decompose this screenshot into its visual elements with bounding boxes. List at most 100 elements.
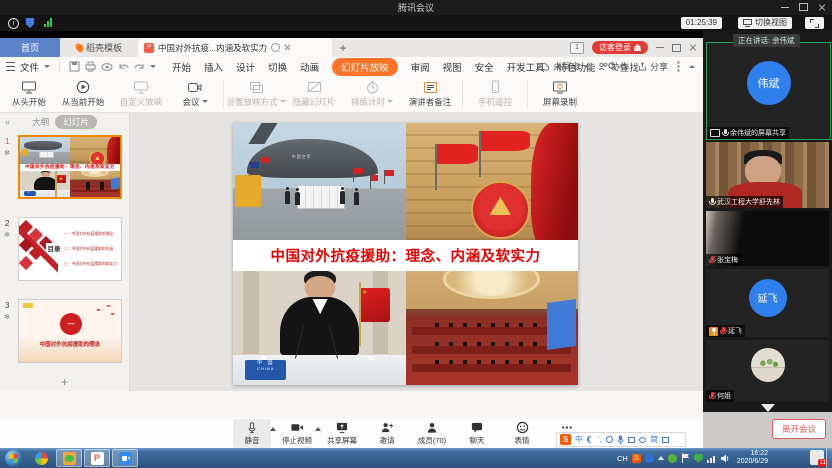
menu-security[interactable]: 安全 <box>475 60 494 74</box>
close-icon[interactable] <box>818 3 826 11</box>
minimize-icon[interactable] <box>781 7 789 8</box>
screen-record-button[interactable]: 屏幕录制 <box>531 81 589 108</box>
ime-toolbar[interactable]: S 中 ’, 简 <box>556 432 686 447</box>
rehearse-timing-button[interactable]: 排练计时 <box>343 81 401 108</box>
fullscreen-button[interactable] <box>805 17 824 29</box>
set-show-mode-button[interactable]: 设置放映方式 <box>227 81 285 108</box>
scroll-down-icon[interactable] <box>761 404 775 412</box>
video-options-icon[interactable] <box>315 427 321 431</box>
leave-meeting-button[interactable]: 离开会议 <box>772 419 826 439</box>
file-dropdown-icon[interactable] <box>44 65 50 68</box>
clipboard-icon[interactable] <box>639 437 646 443</box>
switch-view-button[interactable]: 切换视图 <box>738 17 792 29</box>
stop-video-button[interactable]: 停止视频 <box>278 419 316 448</box>
save-icon[interactable] <box>69 61 80 72</box>
taskbar-app-meeting[interactable] <box>112 449 138 467</box>
tab-home[interactable]: 首页 <box>0 38 60 57</box>
hide-slide-button[interactable]: 隐藏幻灯片 <box>285 81 343 108</box>
notification-tray-icon[interactable]: 11 <box>810 450 824 465</box>
settings-wheel-icon[interactable] <box>606 436 613 443</box>
moon-icon[interactable] <box>587 436 594 443</box>
slide-thumbnail-1[interactable]: 中 中国对外抗疫援助：理念、内涵及软实力 <box>18 135 122 199</box>
punctuation-icon[interactable]: ’, <box>598 433 602 446</box>
menu-start[interactable]: 开始 <box>172 60 191 74</box>
tray-app-icon[interactable] <box>645 454 654 463</box>
kebab-menu-icon[interactable] <box>677 61 680 72</box>
mute-button[interactable]: 静音 <box>233 419 271 448</box>
tab-close-icon[interactable] <box>284 44 291 51</box>
menu-transition[interactable]: 切换 <box>268 60 287 74</box>
taskbar-app-wpp[interactable]: P <box>84 449 110 467</box>
maximize-icon[interactable] <box>799 3 808 11</box>
voice-input-icon[interactable] <box>617 435 624 445</box>
taskbar-app-pinwheel[interactable] <box>28 449 54 467</box>
participant-tile-avatar[interactable]: 延飞 延飞 <box>706 269 829 337</box>
ime-mode-toggle[interactable]: 中 <box>575 433 583 446</box>
slide-thumbnail-3[interactable]: 一 中国对外抗疫援助的理念 <box>18 299 122 363</box>
action-center-flag-icon[interactable] <box>681 453 690 463</box>
new-tab-button[interactable]: + <box>332 38 354 57</box>
members-button[interactable]: 成员(70) <box>413 419 451 448</box>
file-menu[interactable]: 文件 <box>20 60 39 74</box>
participant-tile-picture[interactable]: 何姐 <box>706 340 829 402</box>
tray-expand-icon[interactable] <box>658 456 664 460</box>
keyboard-icon[interactable] <box>628 437 635 443</box>
from-beginning-button[interactable]: 从头开始 <box>4 81 54 108</box>
simplified-icon[interactable]: 简 <box>650 433 658 446</box>
taskbar-app-wechat[interactable] <box>56 449 82 467</box>
tab-document[interactable]: P 中国对外抗疫...内涵及软实力 <box>138 38 332 57</box>
wps-close-icon[interactable] <box>689 44 697 52</box>
sogou-tray-icon[interactable]: S <box>632 454 641 463</box>
emoji-button[interactable]: 表情 <box>503 419 541 448</box>
message-count-badge[interactable]: 1 <box>570 42 584 54</box>
tab-slides[interactable]: 幻灯片 <box>55 115 97 129</box>
chat-button[interactable]: 聊天 <box>458 419 496 448</box>
invite-button[interactable]: 邀请 <box>368 419 406 448</box>
participant-tile-video[interactable]: 武汉工程大学舒先林 <box>706 142 829 208</box>
menu-insert[interactable]: 插入 <box>204 60 223 74</box>
add-slide-button[interactable]: + <box>0 375 129 389</box>
slide-1[interactable]: 中国空军 <box>233 123 578 385</box>
meeting-button[interactable]: 会议 <box>170 81 220 108</box>
volume-tray-icon[interactable] <box>721 454 730 463</box>
print-preview-icon[interactable] <box>101 62 113 72</box>
menu-animation[interactable]: 动画 <box>300 60 319 74</box>
security-shield-icon[interactable] <box>26 18 34 28</box>
slide-thumbnail-2[interactable]: 目录 一、中国对外抗疫援助的理念 二、中国对外抗疫援助的内涵 三、中国对外抗疫援… <box>18 217 122 281</box>
share-button[interactable]: 分享 <box>638 60 668 73</box>
toolbox-icon[interactable] <box>662 437 669 443</box>
wps-minimize-icon[interactable] <box>656 47 664 48</box>
participant-tile-screenshare[interactable]: 伟斌 余伟斌的屏幕共享 <box>706 42 831 140</box>
menu-design[interactable]: 设计 <box>236 60 255 74</box>
tab-hint-icon[interactable] <box>271 43 280 52</box>
hamburger-icon[interactable] <box>6 62 15 71</box>
network-tray-icon[interactable] <box>707 454 717 463</box>
show-desktop-button[interactable] <box>826 448 832 468</box>
collapse-ribbon-icon[interactable] <box>689 65 695 68</box>
collapse-panel-icon[interactable]: « <box>5 117 10 127</box>
menu-view[interactable]: 视图 <box>443 60 462 74</box>
undo-icon[interactable] <box>118 62 129 72</box>
menu-slideshow-active[interactable]: 幻灯片放映 <box>332 58 398 76</box>
taskbar-clock[interactable]: 16:22 2020/6/29 <box>737 450 768 466</box>
meeting-info-icon[interactable]: i <box>8 18 19 29</box>
from-current-button[interactable]: 从当前开始 <box>54 80 112 108</box>
menu-review[interactable]: 审阅 <box>411 60 430 74</box>
sync-status[interactable]: 未同步 <box>538 60 589 73</box>
tray-green-icon[interactable] <box>668 454 677 463</box>
phone-remote-button[interactable]: 手机遥控 <box>466 80 524 108</box>
sogou-logo-icon[interactable]: S <box>560 434 571 445</box>
print-icon[interactable] <box>85 61 96 72</box>
tab-outline[interactable]: 大纲 <box>32 116 49 128</box>
share-screen-button[interactable]: 共享屏幕 <box>323 419 361 448</box>
guest-login-button[interactable]: 访客登录 <box>592 41 648 54</box>
custom-show-button[interactable]: 自定义放映 <box>112 81 170 108</box>
mic-options-icon[interactable] <box>270 427 276 431</box>
tab-template-store[interactable]: 稻壳模板 <box>60 38 138 57</box>
collaborate-button[interactable]: 协作 <box>598 60 629 73</box>
quickbar-dropdown-icon[interactable] <box>150 65 156 68</box>
security-tray-icon[interactable] <box>694 454 703 463</box>
redo-icon[interactable] <box>134 62 145 72</box>
language-indicator[interactable]: CH <box>617 454 628 463</box>
wps-maximize-icon[interactable] <box>672 44 681 52</box>
